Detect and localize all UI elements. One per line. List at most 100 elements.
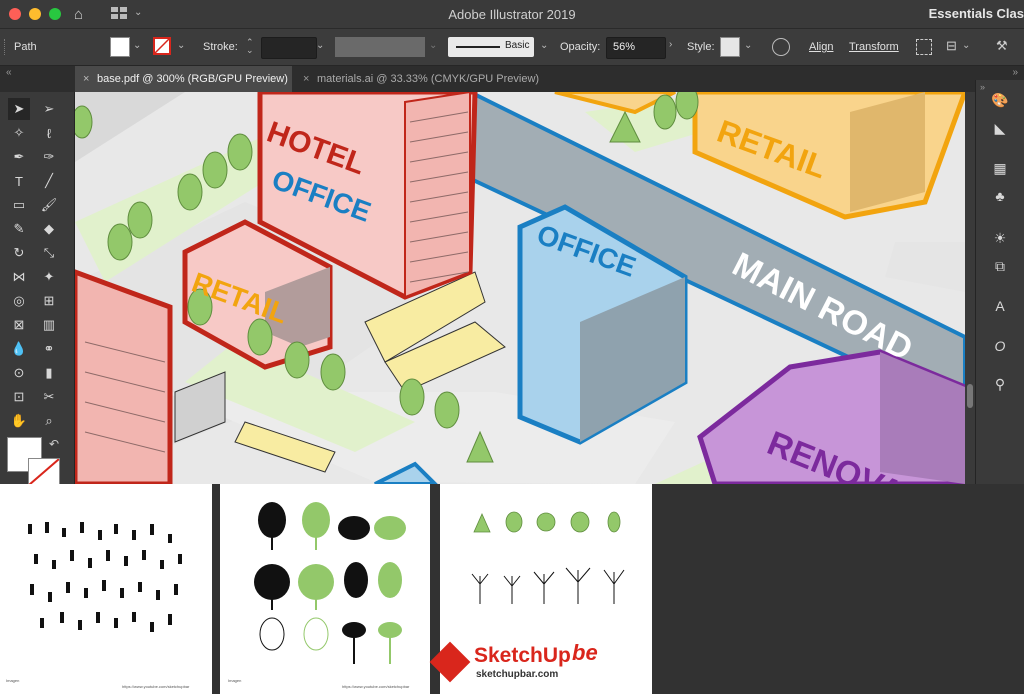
brush-stroke-preview xyxy=(456,46,500,48)
logo-mark-icon xyxy=(429,641,471,683)
tab-base-pdf[interactable]: × base.pdf @ 300% (RGB/GPU Preview) xyxy=(75,66,292,92)
stroke-dropdown-chevron-icon[interactable]: ⌄ xyxy=(177,40,185,51)
variable-width-profile[interactable] xyxy=(335,37,425,57)
column-graph-tool-icon[interactable]: ▮ xyxy=(38,362,60,384)
appearance-panel-icon[interactable]: ☀ xyxy=(988,226,1012,250)
align-link[interactable]: Align xyxy=(809,37,833,57)
symbols-panel-icon[interactable]: ♣ xyxy=(988,184,1012,208)
control-bar: Path ⌄ ⌄ Stroke: ⌃ ⌄ ⌄ ⌄ Basic ⌄ Opacity:… xyxy=(0,29,1024,66)
tree-icons xyxy=(471,511,625,604)
tree-silhouettes xyxy=(254,502,406,664)
dock-collapse-icon[interactable]: » xyxy=(980,82,985,92)
close-tab-icon[interactable]: × xyxy=(83,66,89,92)
style-label: Style: xyxy=(687,41,715,53)
hand-tool-icon[interactable]: ✋ xyxy=(8,410,30,432)
slice-tool-icon[interactable]: ✂ xyxy=(38,386,60,408)
expand-panels-icon[interactable]: » xyxy=(1012,66,1018,80)
line-segment-tool-icon[interactable]: ╱ xyxy=(38,170,60,192)
tab-materials-ai[interactable]: × materials.ai @ 33.33% (CMYK/GPU Previe… xyxy=(295,66,555,92)
stroke-weight-chevron-icon[interactable]: ⌄ xyxy=(316,40,324,51)
eyedropper-tool-icon[interactable]: 💧 xyxy=(8,338,30,360)
gradient-tool-icon[interactable]: ▥ xyxy=(38,314,60,336)
paintbrush-tool-icon[interactable]: 🖌 xyxy=(38,194,60,216)
opacity-arrow-icon[interactable]: › xyxy=(669,39,672,50)
artboard-tool-icon[interactable]: ⊡ xyxy=(8,386,30,408)
app-title: Adobe Illustrator 2019 xyxy=(448,7,576,22)
brush-name: Basic xyxy=(505,40,530,51)
direct-selection-tool-icon[interactable]: ➢ xyxy=(38,98,60,120)
brush-definition-select[interactable]: Basic xyxy=(448,37,534,57)
opacity-label: Opacity: xyxy=(560,41,601,53)
sketchupbar-logo: SketchUp be sketchupbar.com xyxy=(429,638,652,686)
logo-site: sketchupbar.com xyxy=(476,669,559,680)
tree-silhouettes-sheet: Imagen https://www.youtube.com/sketchupb… xyxy=(220,484,430,694)
rotate-tool-icon[interactable]: ↻ xyxy=(8,242,30,264)
selection-tool-icon[interactable]: ➤ xyxy=(8,98,30,120)
workspace-switcher[interactable]: Essentials Clas xyxy=(929,6,1024,21)
gripper[interactable] xyxy=(4,39,8,55)
isolate-group-icon[interactable] xyxy=(916,39,932,55)
zoom-tool-icon[interactable]: ⌕ xyxy=(38,410,60,432)
arrange-chevron-icon[interactable]: ⌄ xyxy=(962,40,970,51)
panel-menu-icon[interactable]: ⚒ xyxy=(996,38,1008,54)
sheet-url: https://www.youtube.com/sketchupbar xyxy=(122,684,190,689)
libraries-panel-icon[interactable]: ⚲ xyxy=(988,372,1012,396)
stroke-weight-input[interactable] xyxy=(261,37,317,59)
stroke-color-box[interactable] xyxy=(28,458,60,486)
rectangle-tool-icon[interactable]: ▭ xyxy=(8,194,30,216)
swatches-panel-icon[interactable]: ▦ xyxy=(988,156,1012,180)
arrange-icon[interactable]: ⊟ xyxy=(946,38,957,54)
perspective-grid-tool-icon[interactable]: ⊞ xyxy=(38,290,60,312)
opentype-panel-icon[interactable]: O xyxy=(988,334,1012,358)
stroke-swatch[interactable] xyxy=(153,37,171,55)
vertical-scrollbar[interactable] xyxy=(965,92,975,484)
people-silhouettes xyxy=(28,522,182,632)
opacity-input[interactable]: 56% xyxy=(606,37,666,59)
pen-tool-icon[interactable]: ✒ xyxy=(8,146,30,168)
eraser-tool-icon[interactable]: ◆ xyxy=(38,218,60,240)
collapse-panels-icon[interactable]: « xyxy=(6,66,12,80)
lasso-tool-icon[interactable]: ℓ xyxy=(38,122,60,144)
sheet-url: https://www.youtube.com/sketchupbar xyxy=(342,684,410,689)
color-panel-icon[interactable]: 🎨 xyxy=(988,88,1012,112)
sheet-caption: Imagen xyxy=(6,678,20,683)
blend-tool-icon[interactable]: ⚭ xyxy=(38,338,60,360)
stroke-label: Stroke: xyxy=(203,41,238,53)
people-silhouettes-sheet: Imagen https://www.youtube.com/sketchupb… xyxy=(0,484,212,694)
scroll-thumb[interactable] xyxy=(967,384,973,408)
document-canvas[interactable]: HOTEL OFFICE RETAIL OFFICE RETAIL MAIN R… xyxy=(75,92,965,484)
type-tool-icon[interactable]: T xyxy=(8,170,30,192)
gradient-panel-icon[interactable]: ◣ xyxy=(988,116,1012,140)
sheet-caption: Imagen xyxy=(228,678,242,683)
logo-badge: be xyxy=(572,640,598,665)
style-chevron-icon[interactable]: ⌄ xyxy=(744,40,752,51)
width-tool-icon[interactable]: ⋈ xyxy=(8,266,30,288)
left-building xyxy=(75,269,173,484)
close-tab-icon[interactable]: × xyxy=(303,66,309,92)
layers-panel-icon[interactable]: ⧉ xyxy=(988,254,1012,278)
fill-swatch[interactable] xyxy=(110,37,130,57)
mesh-tool-icon[interactable]: ⊠ xyxy=(8,314,30,336)
tools-panel: ➤ ➢ ✧ ℓ ✒ ✑ T ╱ ▭ 🖌 ✎ ◆ ↻ ⤡ ⋈ ✦ ◎ ⊞ ⊠ ▥ … xyxy=(0,92,75,486)
symbol-sprayer-tool-icon[interactable]: ⊙ xyxy=(8,362,30,384)
magic-wand-tool-icon[interactable]: ✧ xyxy=(8,122,30,144)
curvature-tool-icon[interactable]: ✑ xyxy=(38,146,60,168)
recolor-artwork-icon[interactable] xyxy=(772,38,790,56)
fill-dropdown-chevron-icon[interactable]: ⌄ xyxy=(133,40,141,51)
swap-fill-stroke-icon[interactable]: ↶ xyxy=(49,437,59,451)
isometric-city-artwork: HOTEL OFFICE RETAIL OFFICE RETAIL MAIN R… xyxy=(75,92,965,484)
brush-chevron-icon[interactable]: ⌄ xyxy=(540,40,548,51)
shape-builder-tool-icon[interactable]: ◎ xyxy=(8,290,30,312)
character-panel-icon[interactable]: A xyxy=(988,294,1012,318)
scale-tool-icon[interactable]: ⤡ xyxy=(38,242,60,264)
opacity-value: 56% xyxy=(613,41,636,53)
transform-link[interactable]: Transform xyxy=(849,37,899,57)
selection-type-label: Path xyxy=(14,41,37,53)
variable-width-chevron-icon[interactable]: ⌄ xyxy=(429,40,437,51)
shaper-tool-icon[interactable]: ✎ xyxy=(8,218,30,240)
puppet-warp-tool-icon[interactable]: ✦ xyxy=(38,266,60,288)
title-bar: ⌂ ⌄ Adobe Illustrator 2019 Essentials Cl… xyxy=(0,0,1024,29)
stroke-weight-stepper[interactable]: ⌃ ⌄ xyxy=(246,38,254,55)
graphic-style-swatch[interactable] xyxy=(720,37,740,57)
panel-dock: » 🎨 ◣ ▦ ♣ ☀ ⧉ A O ⚲ xyxy=(975,80,1024,484)
